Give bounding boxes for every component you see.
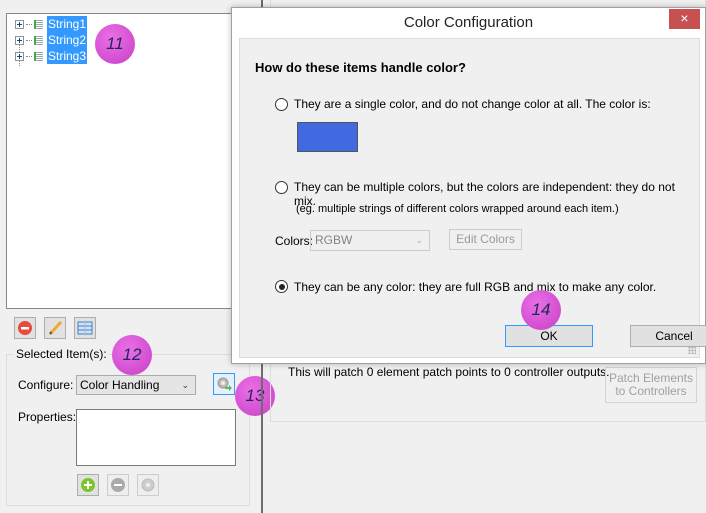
configure-label: Configure: <box>18 378 74 392</box>
gear-arrow-icon <box>217 377 232 391</box>
tree-item-label[interactable]: String1 <box>47 16 88 32</box>
patch-summary: This will patch 0 element patch points t… <box>288 365 610 379</box>
configure-select[interactable]: Color Handling ⌄ <box>76 375 196 395</box>
tree-item-label[interactable]: String2 <box>47 32 88 48</box>
chevron-down-icon: ⌄ <box>415 235 423 245</box>
tree-connector <box>26 23 32 25</box>
annotation-badge: 14 <box>521 290 561 330</box>
multiple-colors-note: (eg. multiple strings of different color… <box>296 203 619 215</box>
tree-item[interactable]: String3 <box>15 48 88 64</box>
colors-label: Colors: <box>275 234 314 248</box>
full-rgb-label[interactable]: They can be any color: they are full RGB… <box>294 280 656 294</box>
properties-label: Properties: <box>18 410 77 424</box>
colors-select[interactable]: RGBW ⌄ <box>310 230 430 251</box>
tree-connector <box>26 39 32 41</box>
delete-icon <box>18 321 32 335</box>
single-color-swatch[interactable] <box>297 122 358 152</box>
string-icon <box>34 35 43 45</box>
add-property-button[interactable] <box>77 474 99 496</box>
single-color-radio[interactable] <box>275 98 288 111</box>
expand-icon[interactable] <box>15 35 24 45</box>
group-title: Selected Item(s): <box>14 347 109 361</box>
pencil-icon <box>48 320 63 336</box>
gear-icon <box>141 478 155 492</box>
resize-grip[interactable] <box>688 346 696 354</box>
chevron-down-icon: ⌄ <box>181 380 189 390</box>
delete-button[interactable] <box>14 317 36 339</box>
multiple-colors-radio[interactable] <box>275 181 288 194</box>
expand-icon[interactable] <box>15 19 24 29</box>
dialog-question: How do these items handle color? <box>255 60 466 75</box>
tree-connector <box>26 55 32 57</box>
cancel-button[interactable]: Cancel <box>630 325 706 347</box>
tree-item-label[interactable]: String3 <box>47 48 88 64</box>
configure-property-button[interactable] <box>137 474 159 496</box>
close-button[interactable]: × <box>669 9 700 29</box>
string-icon <box>34 51 43 61</box>
expand-icon[interactable] <box>15 51 24 61</box>
tree-item[interactable]: String1 <box>15 16 88 32</box>
close-icon: × <box>680 10 689 26</box>
dialog-body: How do these items handle color? They ar… <box>239 38 706 358</box>
annotation-badge: 11 <box>95 24 135 64</box>
edit-colors-button[interactable]: Edit Colors <box>449 229 522 250</box>
add-icon <box>81 478 95 492</box>
rename-button[interactable] <box>44 317 66 339</box>
annotation-badge: 12 <box>112 335 152 375</box>
configure-grid-button[interactable] <box>74 317 96 339</box>
remove-icon <box>111 478 125 492</box>
string-icon <box>34 19 43 29</box>
properties-list[interactable] <box>76 409 236 466</box>
single-color-label[interactable]: They are a single color, and do not chan… <box>294 97 651 111</box>
configure-value: Color Handling <box>80 378 160 392</box>
tree-item[interactable]: String2 <box>15 32 88 48</box>
colors-value: RGBW <box>315 233 353 247</box>
annotation-badge: 13 <box>235 376 275 416</box>
full-rgb-radio[interactable] <box>275 280 288 293</box>
grid-icon <box>77 321 93 335</box>
remove-property-button[interactable] <box>107 474 129 496</box>
color-configuration-dialog: Color Configuration × How do these items… <box>231 7 706 364</box>
dialog-title: Color Configuration <box>403 14 534 31</box>
apply-config-button[interactable] <box>213 373 235 395</box>
patch-elements-button[interactable]: Patch Elements to Controllers <box>605 367 697 403</box>
